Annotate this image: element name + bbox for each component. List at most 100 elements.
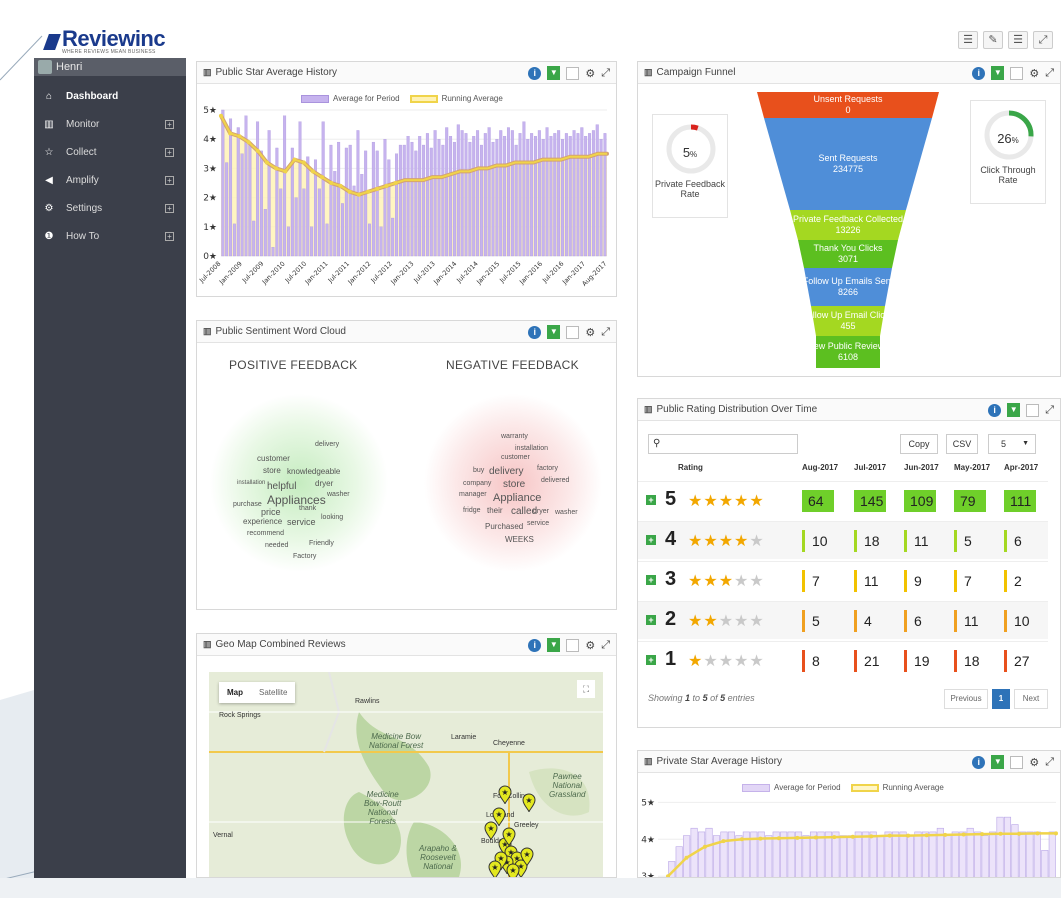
funnel-step-label[interactable]: Follow Up Email Clicks 455: [768, 310, 928, 332]
info-icon[interactable]: i: [528, 325, 542, 339]
expand-icon[interactable]: +: [165, 119, 174, 129]
funnel-step-label[interactable]: Unsent Requests 0: [768, 94, 928, 116]
pin-icon[interactable]: ▼: [547, 66, 561, 80]
period-average-bar: [530, 133, 534, 257]
column-header-rating[interactable]: Rating: [678, 463, 703, 472]
funnel-step-label[interactable]: Thank You Clicks 3071: [768, 243, 928, 265]
csv-button[interactable]: CSV: [946, 434, 978, 454]
rating-count-cell: 7: [802, 570, 820, 592]
table-search-input[interactable]: ⚲: [648, 434, 798, 454]
pagination-next[interactable]: Next: [1014, 689, 1048, 709]
bar-chart-icon: ▥: [644, 756, 653, 766]
column-header-apr-2017[interactable]: Apr-2017: [1004, 463, 1038, 472]
toolbar-edit-button[interactable]: ✎: [983, 31, 1003, 49]
rating-count-value: 7: [964, 573, 972, 589]
period-average-bar: [344, 147, 348, 257]
marker-star-icon: ★: [509, 866, 516, 875]
pagination-previous[interactable]: Previous: [944, 689, 988, 709]
toolbar-expand-button[interactable]: ⤢: [1033, 31, 1053, 49]
funnel-step-label[interactable]: New Public Reviews 6108: [768, 341, 928, 363]
expand-icon[interactable]: ⤢: [601, 639, 610, 652]
info-icon[interactable]: i: [972, 66, 986, 80]
count-bar: [854, 570, 857, 592]
sidebar-item-how-to[interactable]: ❶ How To +: [34, 222, 186, 250]
table-row[interactable]: +2 ★★★★★ 5 4 6 11 10: [638, 601, 1048, 639]
pin-icon[interactable]: ▼: [547, 638, 561, 652]
sidebar-item-dashboard[interactable]: ⌂ Dashboard: [34, 82, 186, 110]
page-size-select[interactable]: 5 ▼: [988, 434, 1036, 454]
table-row[interactable]: +3 ★★★★★ 7 11 9 7 2: [638, 561, 1048, 599]
info-icon[interactable]: i: [988, 403, 1002, 417]
checkbox-icon[interactable]: [1010, 66, 1024, 80]
expand-icon[interactable]: +: [165, 147, 174, 157]
period-average-bar: [410, 141, 414, 257]
info-icon[interactable]: i: [972, 755, 986, 769]
rating-count-cell: 11: [854, 570, 879, 592]
public-star-chart: 0★1★2★3★4★5★Jul-2008Jan-2009Jul-2009Jan-…: [197, 106, 609, 288]
expand-icon[interactable]: ⤢: [1045, 404, 1054, 417]
expand-icon[interactable]: +: [165, 231, 174, 241]
checkbox-icon[interactable]: [566, 638, 580, 652]
gear-icon[interactable]: ⚙: [1029, 756, 1039, 769]
map-canvas[interactable]: Map Satellite ⛶ Medicine Bow National Fo…: [209, 672, 603, 877]
column-header-jul-2017[interactable]: Jul-2017: [854, 463, 886, 472]
period-average-bar: [387, 159, 391, 257]
expand-icon[interactable]: ⤢: [601, 67, 610, 80]
column-header-may-2017[interactable]: May-2017: [954, 463, 990, 472]
table-row[interactable]: +5 ★★★★★ 64 145 109 79 111: [638, 481, 1048, 519]
expand-icon[interactable]: +: [165, 175, 174, 185]
checkbox-icon[interactable]: [566, 66, 580, 80]
toolbar-list-button[interactable]: ☰: [1008, 31, 1028, 49]
gear-icon[interactable]: ⚙: [585, 67, 595, 80]
table-row[interactable]: +4 ★★★★★ 10 18 11 5 6: [638, 521, 1048, 559]
checkbox-icon[interactable]: [1026, 403, 1040, 417]
pin-icon[interactable]: ▼: [991, 66, 1005, 80]
pin-icon[interactable]: ▼: [991, 755, 1005, 769]
column-header-aug-2017[interactable]: Aug-2017: [802, 463, 838, 472]
gear-icon[interactable]: ⚙: [585, 639, 595, 652]
running-average-point: [721, 839, 726, 844]
expand-icon[interactable]: ⤢: [601, 326, 610, 339]
column-header-jun-2017[interactable]: Jun-2017: [904, 463, 939, 472]
funnel-step-label[interactable]: Follow Up Emails Sent 8266: [768, 276, 928, 298]
sidebar-item-amplify[interactable]: ◀ Amplify +: [34, 166, 186, 194]
pin-icon[interactable]: ▼: [1007, 403, 1021, 417]
gears-icon: ⚙: [44, 202, 54, 214]
expand-icon[interactable]: ⤢: [1045, 67, 1054, 80]
top-toolbar: ☰ ✎ ☰ ⤢: [958, 31, 1053, 49]
funnel-step-label[interactable]: Private Feedback Collected 13226: [768, 214, 928, 236]
expand-row-icon[interactable]: +: [646, 575, 656, 585]
expand-row-icon[interactable]: +: [646, 615, 656, 625]
funnel-step-label[interactable]: Sent Requests 234775: [768, 153, 928, 175]
checkbox-icon[interactable]: [1010, 755, 1024, 769]
info-icon[interactable]: i: [528, 638, 542, 652]
period-average-bar: [445, 127, 449, 257]
gear-icon[interactable]: ⚙: [585, 326, 595, 339]
user-profile[interactable]: Henri: [34, 58, 186, 76]
rating-number: 4: [665, 528, 677, 550]
expand-row-icon[interactable]: +: [646, 655, 656, 665]
sidebar-item-monitor[interactable]: ▥ Monitor +: [34, 110, 186, 138]
toolbar-menu-button[interactable]: ☰: [958, 31, 978, 49]
copy-button[interactable]: Copy: [900, 434, 938, 454]
expand-row-icon[interactable]: +: [646, 495, 656, 505]
period-average-bar: [283, 115, 287, 257]
gear-icon[interactable]: ⚙: [1029, 67, 1039, 80]
negative-feedback-title: NEGATIVE FEEDBACK: [446, 358, 579, 372]
sidebar-item-collect[interactable]: ☆ Collect +: [34, 138, 186, 166]
app-logo[interactable]: Reviewinc WHERE REVIEWS MEAN BUSINESS: [43, 30, 165, 55]
positive-word: Appliances: [267, 493, 326, 507]
bar-chart-icon: ▥: [644, 404, 653, 414]
pin-icon[interactable]: ▼: [547, 325, 561, 339]
pagination-page-1[interactable]: 1: [992, 689, 1010, 709]
positive-word: helpful: [267, 481, 297, 492]
expand-row-icon[interactable]: +: [646, 535, 656, 545]
checkbox-icon[interactable]: [566, 325, 580, 339]
expand-icon[interactable]: ⤢: [1045, 756, 1054, 769]
info-icon[interactable]: i: [528, 66, 542, 80]
marker-star-icon: ★: [487, 824, 494, 833]
sidebar-item-settings[interactable]: ⚙ Settings +: [34, 194, 186, 222]
expand-icon[interactable]: +: [165, 203, 174, 213]
table-row[interactable]: +1 ★★★★★ 8 21 19 18 27: [638, 641, 1048, 679]
rating-count-value: 6: [1014, 533, 1022, 549]
